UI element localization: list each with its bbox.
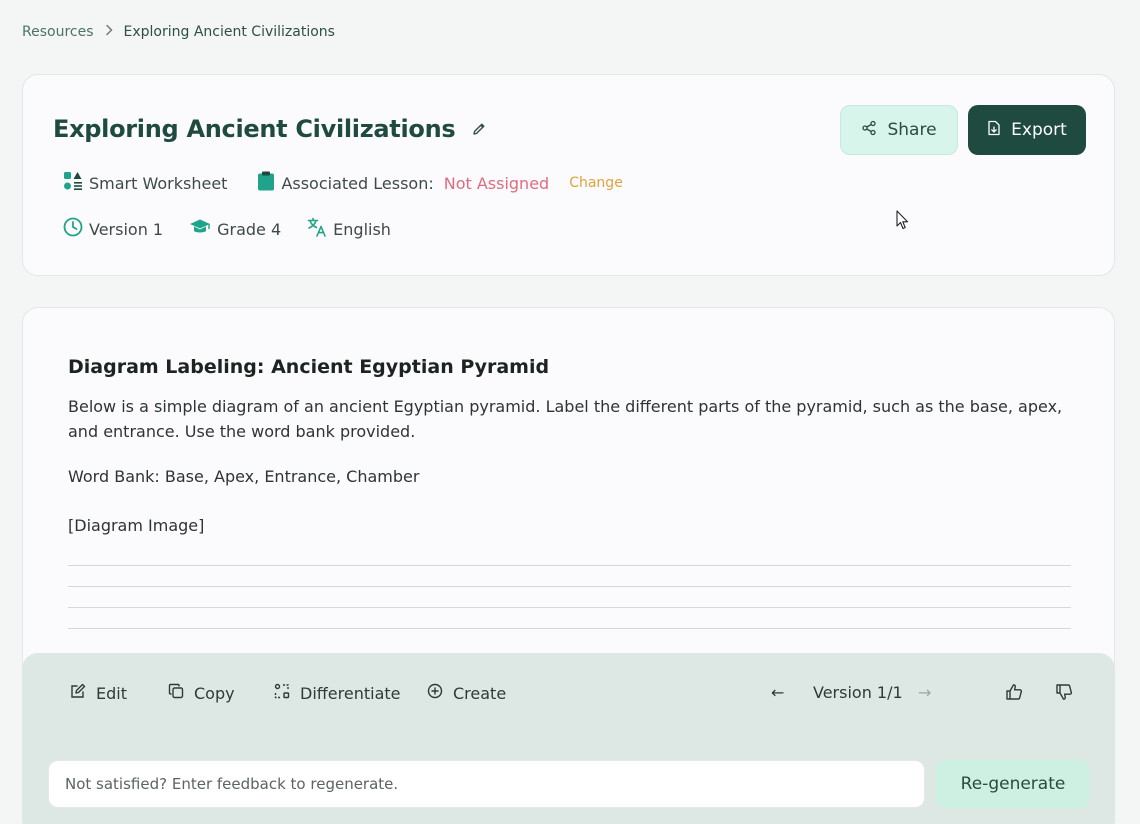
export-label: Export	[1011, 120, 1067, 140]
mouse-cursor-icon	[896, 210, 910, 234]
export-button[interactable]: Export	[968, 105, 1086, 155]
section-title: Diagram Labeling: Ancient Egyptian Pyram…	[68, 356, 550, 378]
meta-row-version-grade-language: Version 1 Grade 4 English	[63, 217, 417, 241]
edit-label: Edit	[96, 683, 127, 703]
share-button[interactable]: Share	[840, 105, 958, 155]
regenerate-button[interactable]: Re-generate	[936, 760, 1090, 808]
pencil-icon[interactable]	[471, 121, 487, 137]
translate-icon	[307, 217, 327, 241]
answer-line	[68, 565, 1071, 566]
copy-button[interactable]: Copy	[168, 683, 235, 703]
lesson-value: Not Assigned	[443, 173, 550, 193]
meta-row-type-lesson: Smart Worksheet Associated Lesson: Not A…	[63, 171, 653, 195]
breadcrumb-current: Exploring Ancient Civilizations	[123, 24, 335, 40]
breadcrumb: Resources Exploring Ancient Civilization…	[22, 24, 335, 40]
graduation-cap-icon	[189, 218, 211, 240]
resource-type: Smart Worksheet	[63, 171, 227, 195]
page-title: Exploring Ancient Civilizations	[53, 115, 456, 143]
thumbs-up-icon[interactable]	[1005, 683, 1023, 705]
clock-icon	[63, 217, 83, 241]
version-info: Version 1	[63, 217, 163, 241]
language-info: English	[307, 217, 391, 241]
thumbs-down-icon[interactable]	[1055, 683, 1073, 705]
version-label: Version 1	[89, 219, 164, 239]
create-label: Create	[453, 683, 507, 703]
resource-type-label: Smart Worksheet	[89, 173, 228, 193]
answer-line	[68, 607, 1071, 608]
breadcrumb-resources-link[interactable]: Resources	[22, 24, 94, 40]
lesson-label: Associated Lesson:	[281, 173, 434, 193]
plus-circle-icon	[427, 683, 443, 703]
file-export-icon	[987, 120, 1001, 141]
edit-button[interactable]: Edit	[70, 683, 127, 703]
chevron-right-icon	[104, 24, 114, 40]
instructions-text: Below is a simple diagram of an ancient …	[68, 397, 1063, 441]
worksheet-shapes-icon	[63, 171, 83, 195]
previous-version-arrow-icon[interactable]: ←	[771, 683, 784, 702]
create-button[interactable]: Create	[427, 683, 506, 703]
action-bar: Edit Copy Differentiate Create ← Version…	[22, 653, 1115, 824]
next-version-arrow-icon[interactable]: →	[918, 683, 931, 702]
resource-header-card: Exploring Ancient Civilizations Share Ex…	[22, 74, 1115, 276]
edit-icon	[70, 683, 86, 703]
language-label: English	[333, 219, 391, 239]
copy-label: Copy	[194, 683, 235, 703]
differentiate-button[interactable]: Differentiate	[274, 683, 400, 703]
differentiate-icon	[274, 683, 290, 703]
grade-info: Grade 4	[189, 218, 281, 240]
diagram-placeholder: [Diagram Image]	[68, 516, 205, 535]
change-lesson-link[interactable]: Change	[569, 175, 623, 191]
share-icon	[861, 120, 877, 141]
version-nav-label: Version 1/1	[813, 683, 903, 702]
differentiate-label: Differentiate	[300, 683, 401, 703]
clipboard-icon	[257, 171, 275, 195]
feedback-input[interactable]	[48, 760, 925, 808]
copy-icon	[168, 683, 184, 703]
word-bank-text: Word Bank: Base, Apex, Entrance, Chamber	[68, 467, 420, 486]
answer-line	[68, 628, 1071, 629]
grade-label: Grade 4	[217, 219, 282, 239]
share-label: Share	[887, 120, 937, 140]
associated-lesson: Associated Lesson: Not Assigned Change	[257, 171, 623, 195]
answer-line	[68, 586, 1071, 587]
